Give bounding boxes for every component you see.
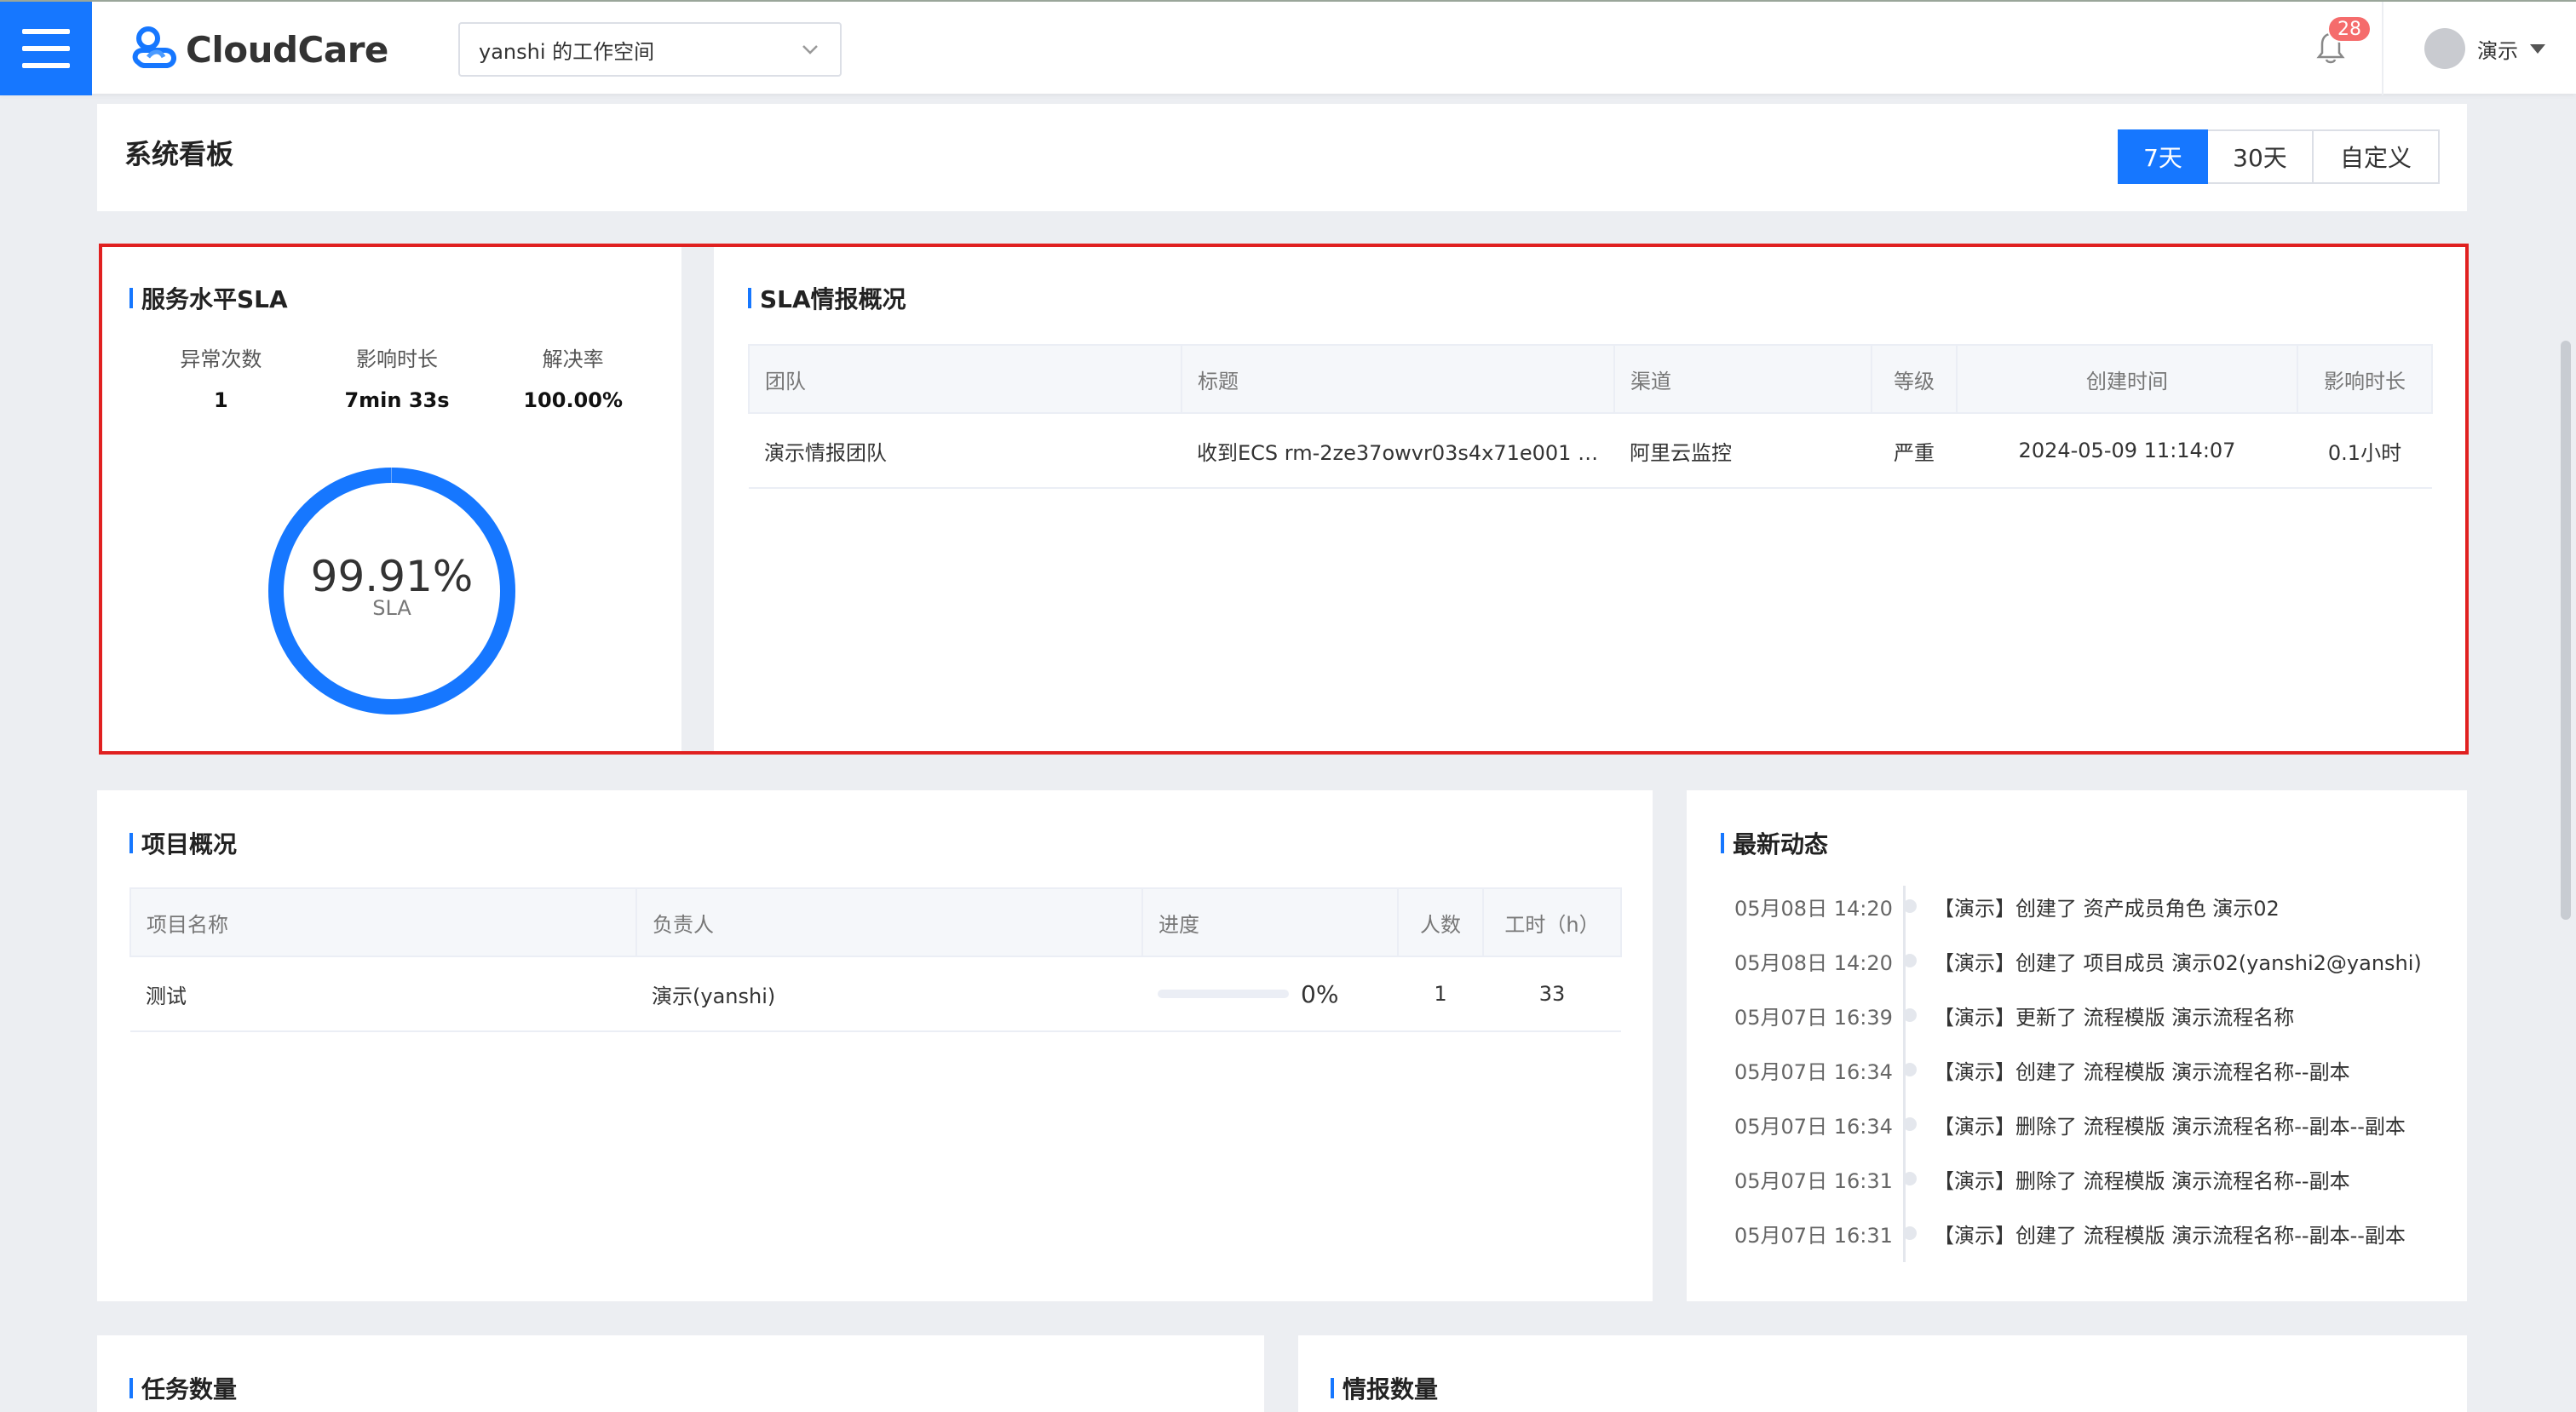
- logo-text: CloudCare: [186, 28, 388, 71]
- timeline-time: 05月07日 16:31: [1734, 1168, 1893, 1193]
- timeline-line: [1903, 886, 1906, 1262]
- title-accent-bar: [1721, 833, 1724, 853]
- avatar: [2424, 28, 2465, 69]
- activity-section-title: 最新动态: [1721, 826, 1828, 860]
- menu-icon: [22, 46, 70, 51]
- menu-icon: [22, 29, 70, 34]
- range-custom-button[interactable]: 自定义: [2314, 129, 2440, 184]
- timeline-text: 【演示】创建了 流程模版 演示流程名称--副本: [1934, 1059, 2350, 1084]
- timeline-time: 05月08日 14:20: [1734, 950, 1893, 975]
- page-scrollbar[interactable]: [2561, 341, 2571, 920]
- user-name: 演示: [2477, 38, 2518, 63]
- timeline-text: 【演示】删除了 流程模版 演示流程名称--副本: [1934, 1168, 2350, 1193]
- highlight-frame: [99, 244, 2469, 755]
- timeline-text: 【演示】创建了 资产成员角色 演示02: [1934, 896, 2280, 921]
- range-30d-button[interactable]: 30天: [2208, 129, 2314, 184]
- dashboard-header: 系统看板 7天 30天 自定义: [97, 104, 2467, 211]
- col-progress[interactable]: 进度: [1141, 887, 1399, 957]
- progress-track: [1158, 990, 1289, 998]
- cell-progress: 0%: [1142, 956, 1398, 1032]
- project-section-title: 项目概况: [129, 826, 237, 860]
- intel-section-title: 情报数量: [1331, 1371, 1438, 1405]
- col-owner[interactable]: 负责人: [635, 887, 1143, 957]
- progress-text: 0%: [1301, 979, 1339, 1008]
- menu-icon: [22, 63, 70, 68]
- timeline-text: 【演示】创建了 流程模版 演示流程名称--副本--副本: [1934, 1223, 2406, 1248]
- timeline-time: 05月08日 14:20: [1734, 896, 1893, 921]
- project-table: 项目名称 负责人 进度 人数 工时（h） 测试 演示(yanshi) 0% 1 …: [129, 887, 1622, 1032]
- activity-title-text: 最新动态: [1733, 830, 1829, 858]
- title-accent-bar: [129, 833, 133, 853]
- timeline-text: 【演示】创建了 项目成员 演示02(yanshi2@yanshi): [1934, 950, 2422, 975]
- col-project-name[interactable]: 项目名称: [129, 887, 637, 957]
- timeline-item[interactable]: 05月08日 14:20 【演示】创建了 资产成员角色 演示02: [1734, 879, 2450, 933]
- task-title-text: 任务数量: [141, 1375, 238, 1403]
- top-bar: CloudCare yanshi 的工作空间 28 演示: [0, 0, 2576, 95]
- cell-hours: 33: [1483, 956, 1621, 1032]
- activity-card: 最新动态 05月08日 14:20 【演示】创建了 资产成员角色 演示02 05…: [1687, 790, 2467, 1301]
- project-title-text: 项目概况: [141, 830, 238, 858]
- intel-count-card: 情报数量: [1298, 1335, 2467, 1412]
- title-accent-bar: [129, 1378, 133, 1398]
- timeline-item[interactable]: 05月07日 16:39 【演示】更新了 流程模版 演示流程名称: [1734, 988, 2450, 1042]
- timeline-item[interactable]: 05月08日 14:20 【演示】创建了 项目成员 演示02(yanshi2@y…: [1734, 933, 2450, 988]
- project-overview-card: 项目概况 项目名称 负责人 进度 人数 工时（h） 测试 演示(yanshi): [97, 790, 1653, 1301]
- chevron-down-icon: [802, 45, 818, 55]
- cloudcare-logo-icon: [132, 26, 176, 68]
- menu-toggle-button[interactable]: [0, 2, 92, 95]
- timeline-time: 05月07日 16:34: [1734, 1114, 1893, 1139]
- logo[interactable]: CloudCare: [131, 24, 388, 75]
- timeline-time: 05月07日 16:39: [1734, 1005, 1893, 1030]
- table-header-row: 项目名称 负责人 进度 人数 工时（h）: [129, 887, 1622, 957]
- workspace-select[interactable]: yanshi 的工作空间: [458, 22, 842, 77]
- title-accent-bar: [1331, 1378, 1334, 1398]
- time-range-group: 7天 30天 自定义: [2118, 129, 2440, 184]
- activity-timeline: 05月08日 14:20 【演示】创建了 资产成员角色 演示02 05月08日 …: [1734, 879, 2450, 1260]
- timeline-item[interactable]: 05月07日 16:31 【演示】删除了 流程模版 演示流程名称--副本: [1734, 1151, 2450, 1206]
- cell-project-name[interactable]: 测试: [130, 956, 636, 1032]
- caret-down-icon: [2530, 43, 2545, 54]
- divider: [2382, 2, 2383, 95]
- notification-badge: 28: [2327, 15, 2372, 43]
- task-count-card: 任务数量: [97, 1335, 1264, 1412]
- cell-members: 1: [1398, 956, 1483, 1032]
- timeline-item[interactable]: 05月07日 16:34 【演示】删除了 流程模版 演示流程名称--副本--副本: [1734, 1097, 2450, 1151]
- timeline-time: 05月07日 16:31: [1734, 1223, 1893, 1248]
- cell-owner: 演示(yanshi): [636, 956, 1142, 1032]
- timeline-text: 【演示】删除了 流程模版 演示流程名称--副本--副本: [1934, 1114, 2406, 1139]
- progress-bar: 0%: [1158, 980, 1383, 1008]
- intel-title-text: 情报数量: [1343, 1375, 1439, 1403]
- workspace-select-value: yanshi 的工作空间: [479, 39, 655, 64]
- col-members[interactable]: 人数: [1397, 887, 1484, 957]
- table-row[interactable]: 测试 演示(yanshi) 0% 1 33: [130, 956, 1621, 1032]
- timeline-item[interactable]: 05月07日 16:31 【演示】创建了 流程模版 演示流程名称--副本--副本: [1734, 1206, 2450, 1260]
- user-menu[interactable]: 演示: [2424, 27, 2545, 70]
- task-section-title: 任务数量: [129, 1371, 237, 1405]
- col-hours[interactable]: 工时（h）: [1482, 887, 1622, 957]
- range-7d-button[interactable]: 7天: [2118, 129, 2208, 184]
- timeline-text: 【演示】更新了 流程模版 演示流程名称: [1934, 1005, 2295, 1030]
- page-title: 系统看板: [124, 138, 234, 170]
- timeline-time: 05月07日 16:34: [1734, 1059, 1893, 1084]
- timeline-item[interactable]: 05月07日 16:34 【演示】创建了 流程模版 演示流程名称--副本: [1734, 1042, 2450, 1097]
